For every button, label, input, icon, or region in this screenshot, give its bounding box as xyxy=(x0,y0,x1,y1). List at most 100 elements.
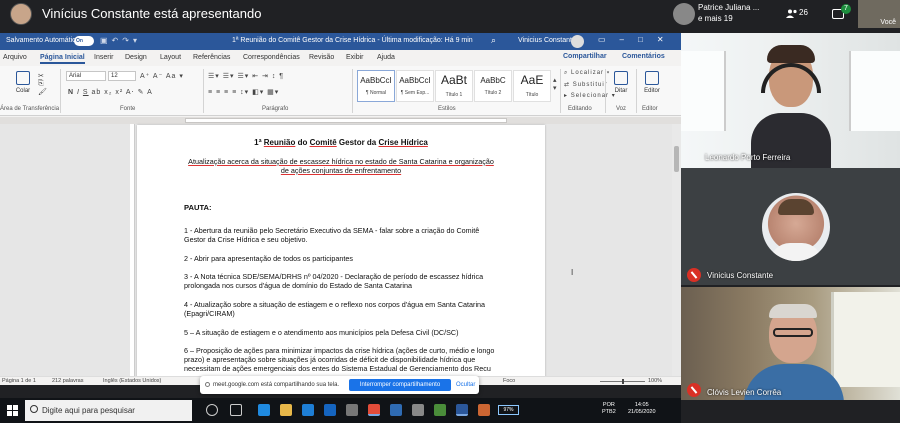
stop-sharing-button[interactable]: Interromper compartilhamento xyxy=(349,379,451,391)
meet-top-bar: Vinícius Constante está apresentando Pat… xyxy=(0,0,900,30)
style-titulo-1[interactable]: AaBt Título 1 xyxy=(435,70,473,102)
participant-avatar[interactable] xyxy=(673,3,695,25)
file-explorer-icon[interactable] xyxy=(280,404,292,416)
clipboard-icons[interactable]: ✂ ⎘ 🖌 xyxy=(38,72,48,96)
app-icon[interactable] xyxy=(434,404,446,416)
paste-icon xyxy=(16,71,30,85)
zoom-slider[interactable]: 100% xyxy=(600,378,662,384)
status-page[interactable]: Página 1 de 1 xyxy=(2,378,36,384)
windows-start-icon[interactable] xyxy=(7,405,18,416)
chrome-icon[interactable] xyxy=(368,404,380,416)
focus-button[interactable]: Foco xyxy=(503,378,515,384)
app-icon[interactable] xyxy=(412,404,424,416)
participant-video xyxy=(751,43,831,168)
windows-taskbar: Digite aqui para pesquisar 97% POR PTB2 1… xyxy=(0,398,681,423)
agenda-item-3: 3 - A Nota técnica SDE/SEMA/DRHS nº 04/2… xyxy=(184,272,484,290)
edge-icon[interactable] xyxy=(258,404,270,416)
style-titulo-2[interactable]: AaBbC Título 2 xyxy=(474,70,512,102)
self-view[interactable]: Você xyxy=(858,0,900,28)
vertical-scrollbar[interactable] xyxy=(672,124,681,376)
tab-inserir[interactable]: Inserir xyxy=(94,54,113,61)
people-icon xyxy=(786,9,797,18)
participant-name: Leonardo Porto Ferreira xyxy=(705,153,791,162)
word-title-bar: Salvamento Automático On ▣↶↷▾ 1ª Reunião… xyxy=(0,33,681,50)
user-avatar[interactable] xyxy=(571,35,584,48)
presenter-avatar xyxy=(10,3,32,25)
cortana-icon[interactable] xyxy=(206,404,218,416)
battery-indicator[interactable]: 97% xyxy=(498,405,519,415)
tab-referencias[interactable]: Referências xyxy=(193,54,230,61)
tab-ajuda[interactable]: Ajuda xyxy=(377,54,395,61)
tab-pagina-inicial[interactable]: Página Inicial xyxy=(40,54,85,64)
user-name[interactable]: Vinicius Constante xyxy=(518,37,576,44)
font-name-select[interactable]: Arial xyxy=(66,71,106,81)
tab-exibir[interactable]: Exibir xyxy=(346,54,364,61)
hide-banner-button[interactable]: Ocultar xyxy=(456,382,475,388)
participant-more[interactable]: e mais 19 xyxy=(698,14,733,23)
font-grow-shrink[interactable]: A⁺ A⁻ Aa ▾ xyxy=(140,72,184,80)
list-buttons[interactable]: ☰▾ ☰▾ ☰▾ ⇤ ⇥ ↕ ¶ xyxy=(208,72,284,80)
paragraph-group-label: Parágrafo xyxy=(262,106,289,112)
app-icon[interactable] xyxy=(390,404,402,416)
participant-tile[interactable]: Leonardo Porto Ferreira xyxy=(681,33,900,168)
document-subtitle: Atualização acerca da situação de escass… xyxy=(188,157,494,175)
autosave-toggle[interactable]: On xyxy=(74,36,94,46)
dictate-button[interactable]: Ditar xyxy=(608,71,634,94)
word-icon[interactable] xyxy=(456,404,468,416)
taskbar-search-placeholder: Digite aqui para pesquisar xyxy=(42,406,135,415)
tab-design[interactable]: Design xyxy=(125,54,147,61)
people-count: 26 xyxy=(799,8,808,17)
status-language[interactable]: Inglês (Estados Unidos) xyxy=(103,378,161,384)
ribbon: Colar ✂ ⎘ 🖌 Área de Transferência Arial 12… xyxy=(0,66,681,116)
shared-screen: Salvamento Automático On ▣↶↷▾ 1ª Reunião… xyxy=(0,33,681,385)
search-icon[interactable]: ⌕ xyxy=(491,35,496,46)
app-icon[interactable] xyxy=(346,404,358,416)
clock[interactable]: 14:05 21/05/2020 xyxy=(628,402,656,416)
self-label: Você xyxy=(880,19,896,26)
clipboard-group-label: Área de Transferência xyxy=(0,106,60,112)
document-page[interactable]: 1ª Reunião do Comitê Gestor da Crise Híd… xyxy=(137,125,545,385)
tab-correspondencias[interactable]: Correspondências xyxy=(243,54,300,61)
participant-name[interactable]: Patrice Juliana ... xyxy=(698,3,759,12)
replace-button[interactable]: ⇄ Substituir xyxy=(564,81,608,88)
people-button[interactable]: 26 xyxy=(786,4,816,24)
tab-arquivo[interactable]: Arquivo xyxy=(3,54,27,61)
task-view-icon[interactable] xyxy=(230,404,242,416)
participant-tile[interactable]: Clóvis Levien Corrêa xyxy=(681,287,900,400)
app-icon[interactable] xyxy=(478,404,490,416)
find-button[interactable]: ⌕ Localizar ▾ xyxy=(564,70,610,77)
agenda-item-4: 4 - Atualização sobre a situação de esti… xyxy=(184,300,486,318)
window-controls[interactable]: ▭–□✕ xyxy=(598,35,678,44)
avatar xyxy=(762,193,830,261)
editor-button[interactable]: Editor xyxy=(639,71,665,94)
agenda-item-2: 2 - Abrir para apresentação de todos os … xyxy=(184,254,354,263)
styles-more-icon[interactable]: ▴ ▾ xyxy=(553,76,558,92)
participant-name: Vinicius Constante xyxy=(707,271,774,280)
comments-button[interactable]: Comentários xyxy=(622,53,665,60)
input-language[interactable]: POR PTB2 xyxy=(602,402,616,416)
zoom-level[interactable]: 100% xyxy=(648,378,662,384)
font-format-buttons[interactable]: N I S ab x₂ x² A⋅ ✎ A xyxy=(68,88,153,96)
horizontal-ruler[interactable] xyxy=(0,117,681,124)
tab-revisao[interactable]: Revisão xyxy=(309,54,334,61)
style-normal[interactable]: AaBbCcI ¶ Normal xyxy=(357,70,395,102)
sharing-banner: meet.google.com está compartilhando sua … xyxy=(200,376,479,394)
text-cursor-icon: I xyxy=(571,268,574,277)
paste-button[interactable]: Colar xyxy=(10,71,36,94)
align-buttons[interactable]: ≡ ≡ ≡ ≡ ↕▾ ◧▾ ▦▾ xyxy=(208,88,279,96)
document-title: 1ª Reunião do Comitê Gestor da Crise Híd… xyxy=(232,37,473,44)
font-size-select[interactable]: 12 xyxy=(108,71,136,81)
taskbar-search[interactable]: Digite aqui para pesquisar xyxy=(25,400,192,421)
font-group-label: Fonte xyxy=(120,106,136,112)
style-titulo[interactable]: AaE Título xyxy=(513,70,551,102)
participant-tile[interactable]: Vinicius Constante xyxy=(681,168,900,285)
quick-access-icons[interactable]: ▣↶↷▾ xyxy=(100,36,156,46)
outlook-icon[interactable] xyxy=(324,404,336,416)
status-words[interactable]: 212 palavras xyxy=(52,378,84,384)
store-icon[interactable] xyxy=(302,404,314,416)
vertical-ruler[interactable] xyxy=(130,124,135,376)
tab-layout[interactable]: Layout xyxy=(160,54,181,61)
style-sem-espacamento[interactable]: AaBbCcI ¶ Sem Esp... xyxy=(396,70,434,102)
share-button[interactable]: Compartilhar xyxy=(563,53,607,60)
chat-button[interactable]: 7 xyxy=(832,4,854,24)
